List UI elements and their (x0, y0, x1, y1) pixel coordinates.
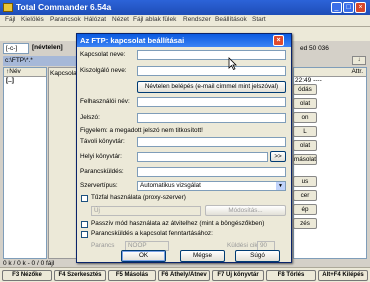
f6-move-button[interactable]: F6 Áthely/Átnev (158, 270, 210, 281)
dialog-title: Az FTP: kapcsolat beállításai (77, 34, 291, 47)
password-label: Jelszó: (80, 114, 100, 121)
help-button[interactable]: Súgó (235, 250, 280, 262)
f7-mkdir-button[interactable]: F7 Új könyvtár (212, 270, 264, 281)
menu-network[interactable]: Hálózat (84, 16, 106, 23)
password-warning: Figyelem: a megadott jelszó nem titkosít… (80, 127, 203, 134)
server-type-select[interactable]: Automatikus vizsgálat ▼ (137, 181, 286, 191)
anonymous-login-button[interactable]: Névtelen belépés (e-mail címmel mint jel… (137, 81, 286, 93)
passive-mode-label: Passzív mód használata az átvitelhez (mi… (91, 220, 265, 227)
right-row[interactable]: 22:49 ---- (294, 77, 366, 84)
name-column-header[interactable]: ↑Név (4, 68, 46, 77)
keepalive-type: Parancs (91, 242, 115, 249)
menu-tabs[interactable]: Fájl ablak fülek (133, 16, 176, 23)
menu-settings[interactable]: Beállítások (215, 16, 247, 23)
side-button-1[interactable]: ódás (293, 84, 317, 95)
keepalive-checkbox[interactable] (81, 231, 88, 238)
keepalive-label: Parancsküldés a kapcsolat fenntartásához… (91, 230, 213, 237)
proxy-value: Új (94, 207, 100, 214)
function-key-bar: F3 Nézőke F4 Szerkesztés F5 Másolás F6 Á… (0, 267, 370, 282)
mouse-cursor-icon (228, 57, 237, 70)
side-button-7[interactable]: us (293, 176, 317, 187)
side-button-4[interactable]: L (293, 126, 317, 137)
passive-mode-checkbox[interactable] (81, 221, 88, 228)
ok-button[interactable]: OK (121, 250, 166, 262)
close-icon[interactable]: × (355, 2, 366, 13)
menu-bar: Fájl Kielölés Parancsok Hálózat Nézet Fá… (0, 15, 370, 27)
app-icon (3, 3, 13, 12)
left-side-label: Kapcsolat (50, 70, 79, 77)
server-type-value: Automatikus vizsgálat (140, 182, 201, 189)
proxy-select: Új (91, 206, 201, 216)
f3-view-button[interactable]: F3 Nézőke (2, 270, 52, 281)
side-button-3[interactable]: on (293, 112, 317, 123)
local-dir-input[interactable] (137, 152, 268, 162)
side-button-2[interactable]: olat (293, 98, 317, 109)
menu-file[interactable]: Fájl (5, 16, 15, 23)
side-button-8[interactable]: cer (293, 190, 317, 201)
command-input[interactable] (137, 167, 286, 177)
f4-edit-button[interactable]: F4 Szerkesztés (54, 270, 106, 281)
chevron-down-icon[interactable]: ▼ (276, 182, 285, 190)
right-free-space: ed 50 036 (300, 45, 329, 52)
app-title-bar: Total Commander 6.54a (0, 0, 370, 15)
left-file-list[interactable]: ↑Név [..] (3, 67, 47, 259)
host-label: Kiszolgáló neve: (80, 67, 127, 74)
parent-dir-row[interactable]: [..] (4, 77, 46, 84)
f5-copy-button[interactable]: F5 Másolás (108, 270, 156, 281)
host-input[interactable] (137, 66, 286, 76)
minimize-icon[interactable]: _ (331, 2, 342, 13)
password-input[interactable] (137, 113, 286, 123)
local-dir-label: Helyi könyvtár: (80, 153, 122, 160)
menu-start[interactable]: Start (252, 16, 266, 23)
conn-name-label: Kapcsolat neve: (80, 51, 126, 58)
maximize-icon[interactable]: □ (343, 2, 354, 13)
side-button-5[interactable]: olat (293, 140, 317, 151)
menu-view[interactable]: Nézet (112, 16, 129, 23)
cancel-button[interactable]: Mégse (180, 250, 225, 262)
drive-select[interactable]: [-c-] (3, 43, 29, 54)
menu-select[interactable]: Kielölés (21, 16, 44, 23)
attr-column-header[interactable]: Attr. (294, 68, 366, 77)
user-input[interactable] (137, 97, 286, 107)
right-tab-button[interactable]: ↓ (352, 56, 366, 65)
menu-system[interactable]: Rendszer (183, 16, 211, 23)
firewall-checkbox[interactable] (81, 195, 88, 202)
conn-name-input[interactable] (137, 50, 286, 60)
drive-label: [névtelen] (32, 44, 63, 51)
app-title: Total Commander 6.54a (16, 2, 112, 12)
menu-commands[interactable]: Parancsok (50, 16, 81, 23)
remote-dir-label: Távoli könyvtár: (80, 138, 125, 145)
command-label: Parancsküldés: (80, 168, 124, 175)
left-status: 0 k / 0 k - 0 / 0 fájl (3, 260, 55, 267)
side-button-9[interactable]: ép (293, 204, 317, 215)
modify-proxy-button: Módosítás... (205, 205, 286, 216)
side-button-6[interactable]: másolat (293, 154, 317, 165)
left-side-area: Kapcsolat (48, 67, 79, 259)
firewall-label: Tűzfal használata (proxy-szerver) (91, 194, 186, 201)
left-path[interactable]: c:\FTP\*.* (3, 56, 77, 66)
dialog-close-icon[interactable]: × (273, 35, 284, 46)
alt-f4-exit-button[interactable]: Alt+F4 Kilépés (318, 270, 368, 281)
server-type-label: Szervertípus: (80, 182, 118, 189)
ftp-connection-dialog: Az FTP: kapcsolat beállításai × Kapcsola… (76, 33, 292, 263)
remote-dir-input[interactable] (137, 137, 286, 147)
f8-delete-button[interactable]: F8 Törlés (266, 270, 316, 281)
side-button-10[interactable]: zés (293, 218, 317, 229)
user-label: Felhasználói név: (80, 98, 130, 105)
browse-button[interactable]: >> (270, 151, 286, 162)
